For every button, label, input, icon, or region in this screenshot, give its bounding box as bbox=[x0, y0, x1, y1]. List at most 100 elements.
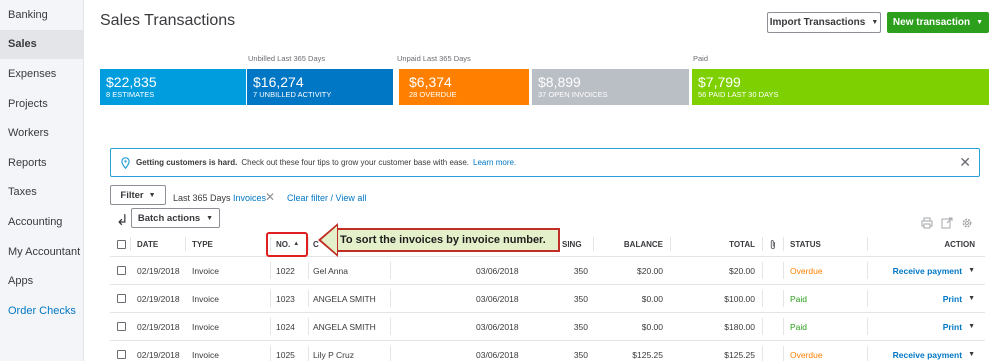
close-icon[interactable]: ✕ bbox=[959, 154, 971, 171]
import-transactions-button[interactable]: Import Transactions ▼ bbox=[767, 12, 881, 33]
remove-filter-icon[interactable]: ✕ bbox=[265, 190, 275, 204]
terms-cell: 350 bbox=[573, 293, 588, 304]
type-cell: Invoice bbox=[192, 349, 219, 360]
row-action-link[interactable]: Receive payment bbox=[893, 266, 962, 276]
action-cell[interactable]: Print ▼ bbox=[867, 285, 975, 312]
status-badge: Paid bbox=[790, 321, 808, 332]
table-row[interactable]: 02/19/2018 Invoice 1025 Lily P Cruz 03/06/20… bbox=[110, 341, 985, 361]
unbilled-activity-box[interactable]: $16,274 7 UNBILLED ACTIVITY bbox=[247, 69, 393, 105]
sidebar-item-expenses[interactable]: Expenses bbox=[0, 59, 83, 89]
action-cell[interactable]: Receive payment ▼ bbox=[867, 341, 975, 361]
caret-down-icon: ▼ bbox=[148, 191, 156, 199]
row-checkbox[interactable] bbox=[117, 266, 126, 275]
date-range-label: Last 365 Days bbox=[173, 193, 231, 203]
arrow-left-icon bbox=[318, 222, 338, 257]
select-all-checkbox[interactable] bbox=[117, 239, 126, 249]
customer-cell: ANGELA SMITH bbox=[313, 321, 376, 332]
new-transaction-button[interactable]: New transaction ▼ bbox=[887, 12, 989, 33]
sidebar-item-workers[interactable]: Workers bbox=[0, 118, 83, 148]
estimates-box[interactable]: $22,835 8 ESTIMATES bbox=[100, 69, 246, 105]
banner-heading: Getting customers is hard. bbox=[136, 158, 238, 167]
caret-down-icon: ▼ bbox=[976, 19, 984, 26]
row-checkbox[interactable] bbox=[117, 350, 126, 359]
page-title: Sales Transactions bbox=[100, 12, 236, 29]
row-checkbox[interactable] bbox=[117, 322, 126, 331]
print-icon[interactable] bbox=[921, 217, 933, 232]
col-type[interactable]: TYPE bbox=[192, 232, 213, 256]
export-icon[interactable] bbox=[941, 217, 953, 232]
open-invoices-count: 37 OPEN INVOICES bbox=[538, 90, 608, 99]
date-cell: 02/19/2018 bbox=[137, 293, 180, 304]
unbilled-count: 7 UNBILLED ACTIVITY bbox=[253, 90, 332, 99]
overdue-count: 28 OVERDUE bbox=[409, 90, 457, 99]
col-balance[interactable]: BALANCE bbox=[593, 232, 663, 256]
paid-label: Paid bbox=[693, 54, 709, 63]
select-all-cell[interactable] bbox=[117, 232, 126, 256]
sidebar-item-reports[interactable]: Reports bbox=[0, 148, 83, 178]
row-select-cell[interactable] bbox=[117, 257, 126, 284]
due-date-cell: 03/06/2018 bbox=[476, 265, 519, 276]
status-badge: Overdue bbox=[790, 349, 823, 360]
caret-down-icon: ▼ bbox=[871, 19, 879, 26]
sidebar-item-banking[interactable]: Banking bbox=[0, 0, 83, 30]
import-transactions-label: Import Transactions bbox=[769, 17, 866, 28]
status-badge: Overdue bbox=[790, 265, 823, 276]
table-row[interactable]: 02/19/2018 Invoice 1022 Gel Anna 03/06/2018 3… bbox=[110, 257, 985, 285]
sidebar-item-order-checks[interactable]: Order Checks bbox=[0, 296, 83, 326]
batch-actions-button[interactable]: Batch actions ▼ bbox=[131, 208, 220, 228]
estimates-amount: $22,835 bbox=[106, 74, 157, 90]
open-invoices-box[interactable]: $8,899 37 OPEN INVOICES bbox=[532, 69, 689, 105]
caret-down-icon[interactable]: ▼ bbox=[968, 267, 975, 274]
col-action: ACTION bbox=[944, 239, 975, 249]
caret-down-icon[interactable]: ▼ bbox=[968, 323, 975, 330]
caret-down-icon[interactable]: ▼ bbox=[968, 351, 975, 358]
table-row[interactable]: 02/19/2018 Invoice 1023 ANGELA SMITH 03/06/2… bbox=[110, 285, 985, 313]
customer-cell: ANGELA SMITH bbox=[313, 293, 376, 304]
overdue-box[interactable]: $6,374 28 OVERDUE bbox=[399, 69, 529, 105]
sidebar-item-projects[interactable]: Projects bbox=[0, 89, 83, 119]
sidebar-item-apps[interactable]: Apps bbox=[0, 266, 83, 296]
col-status[interactable]: STATUS bbox=[790, 232, 821, 256]
open-invoices-amount: $8,899 bbox=[538, 74, 581, 90]
date-cell: 02/19/2018 bbox=[137, 349, 180, 360]
no-cell: 1022 bbox=[276, 265, 295, 276]
gear-icon[interactable] bbox=[961, 217, 973, 232]
row-select-cell[interactable] bbox=[117, 285, 126, 312]
sidebar-item-accounting[interactable]: Accounting bbox=[0, 207, 83, 237]
clear-filter-link[interactable]: Clear filter / View all bbox=[287, 193, 366, 203]
total-cell: $180.00 bbox=[724, 321, 755, 332]
caret-down-icon[interactable]: ▼ bbox=[968, 295, 975, 302]
row-checkbox[interactable] bbox=[117, 294, 126, 303]
type-cell: Invoice bbox=[192, 293, 219, 304]
estimates-count: 8 ESTIMATES bbox=[106, 90, 155, 99]
row-action-link[interactable]: Print bbox=[943, 294, 962, 304]
sidebar-item-taxes[interactable]: Taxes bbox=[0, 178, 83, 208]
no-cell: 1024 bbox=[276, 321, 295, 332]
callout-text: To sort the invoices by invoice number. bbox=[336, 227, 560, 252]
balance-cell: $125.25 bbox=[632, 349, 663, 360]
row-select-cell[interactable] bbox=[117, 341, 126, 361]
sidebar-item-sales[interactable]: Sales bbox=[0, 29, 83, 60]
type-cell: Invoice bbox=[192, 321, 219, 332]
action-cell[interactable]: Print ▼ bbox=[867, 313, 975, 340]
table-row[interactable]: 02/19/2018 Invoice 1024 ANGELA SMITH 03/06/2… bbox=[110, 313, 985, 341]
tip-banner: Getting customers is hard. Check out the… bbox=[110, 148, 980, 177]
row-action-link[interactable]: Print bbox=[943, 322, 962, 332]
tutorial-callout: To sort the invoices by invoice number. bbox=[318, 222, 560, 257]
left-nav: Banking Sales Expenses Projects Workers Repor… bbox=[0, 0, 84, 361]
arrow-down-icon[interactable]: ↲ bbox=[116, 211, 129, 229]
customer-cell: Lily P Cruz bbox=[313, 349, 354, 360]
paid-box[interactable]: $7,799 56 PAID LAST 30 DAYS bbox=[692, 69, 989, 105]
learn-more-link[interactable]: Learn more. bbox=[473, 158, 516, 167]
action-cell[interactable]: Receive payment ▼ bbox=[867, 257, 975, 284]
col-terms[interactable]: SING bbox=[562, 232, 582, 256]
no-cell: 1023 bbox=[276, 293, 295, 304]
row-select-cell[interactable] bbox=[117, 313, 126, 340]
invoices-filter-chip[interactable]: Invoices bbox=[233, 193, 266, 203]
row-action-link[interactable]: Receive payment bbox=[893, 350, 962, 360]
sidebar-item-my-accountant[interactable]: My Accountant bbox=[0, 237, 83, 267]
filter-button[interactable]: Filter ▼ bbox=[110, 185, 166, 205]
col-total[interactable]: TOTAL bbox=[670, 232, 755, 256]
location-pin-icon bbox=[121, 156, 130, 169]
col-date[interactable]: DATE bbox=[137, 232, 158, 256]
